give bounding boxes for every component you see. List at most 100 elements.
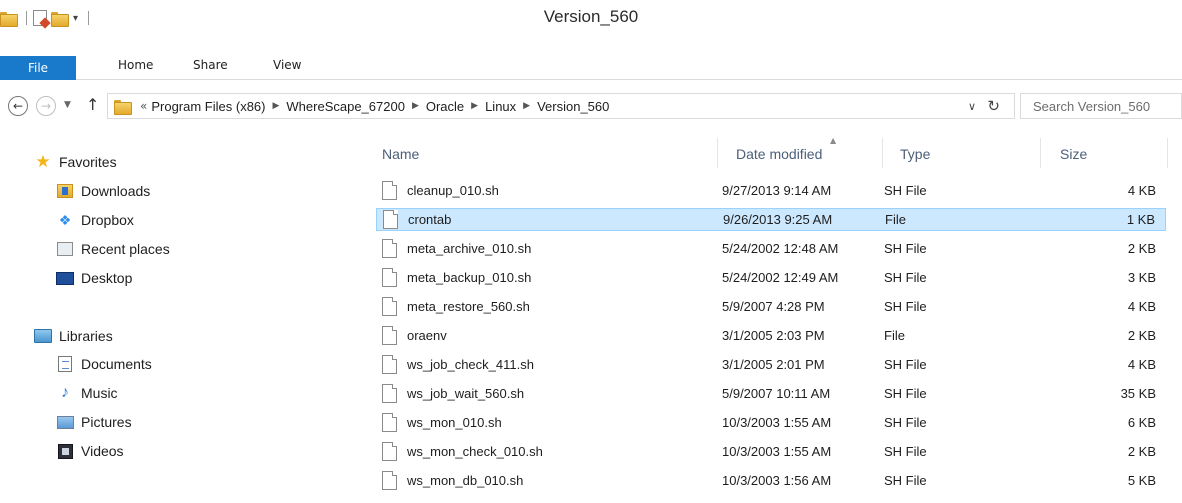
file-type: SH File <box>884 415 927 430</box>
file-type: SH File <box>884 183 927 198</box>
file-icon <box>382 326 397 345</box>
file-size: 1 KB <box>1126 212 1155 227</box>
pictures-icon <box>56 413 74 431</box>
recent-locations-dropdown-icon[interactable]: ▼ <box>64 100 71 110</box>
file-name: meta_backup_010.sh <box>407 270 532 285</box>
file-date-modified: 3/1/2005 2:03 PM <box>722 328 825 343</box>
file-icon <box>382 413 397 432</box>
file-row[interactable]: crontab 9/26/2013 9:25 AM File 1 KB <box>376 208 1166 231</box>
column-header-type[interactable]: Type <box>900 146 930 162</box>
nav-item-dropbox[interactable]: ❖ Dropbox <box>56 209 134 231</box>
file-row[interactable]: cleanup_010.sh 9/27/2013 9:14 AM SH File 4 … <box>376 179 1166 202</box>
file-size: 2 KB <box>1127 328 1156 343</box>
search-input[interactable]: Search Version_560 <box>1020 93 1182 119</box>
file-size: 35 KB <box>1120 386 1156 401</box>
address-dropdown-icon[interactable]: ∨ <box>968 100 976 113</box>
file-icon <box>383 210 398 229</box>
file-name: oraenv <box>407 328 447 343</box>
file-date-modified: 5/9/2007 4:28 PM <box>722 299 825 314</box>
file-size: 4 KB <box>1127 183 1156 198</box>
file-type: File <box>884 328 905 343</box>
column-divider[interactable] <box>882 138 883 168</box>
file-date-modified: 9/26/2013 9:25 AM <box>723 212 833 227</box>
nav-favorites[interactable]: ★ Favorites <box>34 151 116 173</box>
nav-item-label: Desktop <box>81 270 133 286</box>
file-row[interactable]: ws_job_check_411.sh 3/1/2005 2:01 PM SH Fi… <box>376 353 1166 376</box>
folder-icon <box>114 99 132 115</box>
file-icon <box>382 181 397 200</box>
file-row[interactable]: oraenv 3/1/2005 2:03 PM File 2 KB <box>376 324 1166 347</box>
nav-item-recent-places[interactable]: Recent places <box>56 238 170 260</box>
file-date-modified: 5/24/2002 12:49 AM <box>722 270 839 285</box>
tab-share[interactable]: Share <box>193 58 228 72</box>
file-date-modified: 10/3/2003 1:55 AM <box>722 415 832 430</box>
back-arrow-icon: ← <box>12 99 24 113</box>
file-row[interactable]: meta_restore_560.sh 5/9/2007 4:28 PM SH Fi… <box>376 295 1166 318</box>
up-arrow-icon[interactable]: ↑ <box>86 95 99 114</box>
breadcrumb-separator-icon[interactable]: ▶ <box>523 101 530 111</box>
file-name: meta_restore_560.sh <box>407 299 530 314</box>
column-divider[interactable] <box>1040 138 1041 168</box>
column-divider[interactable] <box>717 138 718 168</box>
file-type: SH File <box>884 357 927 372</box>
videos-icon <box>56 442 74 460</box>
file-size: 2 KB <box>1127 444 1156 459</box>
file-name: ws_job_check_411.sh <box>407 357 534 372</box>
refresh-icon[interactable]: ↻ <box>987 97 1000 115</box>
breadcrumb-program-files[interactable]: Program Files (x86) <box>151 99 265 114</box>
file-row[interactable]: meta_archive_010.sh 5/24/2002 12:48 AM SH … <box>376 237 1166 260</box>
forward-arrow-icon: → <box>40 99 52 113</box>
file-list: ▲ Name Date modified Type Size cleanup_0… <box>360 130 1182 503</box>
file-date-modified: 5/24/2002 12:48 AM <box>722 241 839 256</box>
column-header-name[interactable]: Name <box>382 146 419 162</box>
file-name: cleanup_010.sh <box>407 183 499 198</box>
nav-item-desktop[interactable]: Desktop <box>56 267 132 289</box>
file-name: ws_mon_010.sh <box>407 415 502 430</box>
file-row[interactable]: ws_mon_010.sh 10/3/2003 1:55 AM SH File 6 K… <box>376 411 1166 434</box>
nav-item-videos[interactable]: Videos <box>56 440 124 462</box>
window-title: Version_560 <box>543 7 639 26</box>
file-row[interactable]: ws_mon_db_010.sh 10/3/2003 1:56 AM SH File… <box>376 469 1166 492</box>
tab-home[interactable]: Home <box>118 58 153 72</box>
column-header-size[interactable]: Size <box>1060 146 1087 162</box>
file-type: SH File <box>884 444 927 459</box>
file-icon <box>382 239 397 258</box>
nav-libraries[interactable]: Libraries <box>34 325 113 347</box>
forward-button[interactable]: → <box>36 96 56 116</box>
file-type: SH File <box>884 473 927 488</box>
breadcrumb-separator-icon[interactable]: ▶ <box>471 101 478 111</box>
tab-file[interactable]: File <box>0 56 76 80</box>
nav-item-label: Recent places <box>81 241 170 257</box>
overflow-chevron-icon[interactable]: « <box>140 99 147 113</box>
nav-item-pictures[interactable]: Pictures <box>56 411 132 433</box>
desktop-icon <box>56 269 74 287</box>
file-date-modified: 10/3/2003 1:56 AM <box>722 473 832 488</box>
nav-item-documents[interactable]: Documents <box>56 353 152 375</box>
file-row[interactable]: meta_backup_010.sh 5/24/2002 12:49 AM SH F… <box>376 266 1166 289</box>
column-header-date[interactable]: Date modified <box>736 146 822 162</box>
file-row[interactable]: ws_job_wait_560.sh 5/9/2007 10:11 AM SH Fi… <box>376 382 1166 405</box>
breadcrumb-linux[interactable]: Linux <box>485 99 516 114</box>
nav-item-label: Documents <box>81 356 152 372</box>
nav-item-downloads[interactable]: Downloads <box>56 180 150 202</box>
breadcrumb-separator-icon[interactable]: ▶ <box>412 101 419 111</box>
breadcrumb-wherescape[interactable]: WhereScape_67200 <box>286 99 405 114</box>
file-type: SH File <box>884 386 927 401</box>
dropbox-icon: ❖ <box>58 211 72 228</box>
back-button[interactable]: ← <box>8 96 28 116</box>
breadcrumb-oracle[interactable]: Oracle <box>426 99 464 114</box>
tab-view[interactable]: View <box>273 58 301 72</box>
breadcrumb-version[interactable]: Version_560 <box>537 99 609 114</box>
file-size: 6 KB <box>1127 415 1156 430</box>
column-divider[interactable] <box>1167 138 1168 168</box>
file-size: 2 KB <box>1127 241 1156 256</box>
nav-item-label: Videos <box>81 443 124 459</box>
file-row[interactable]: ws_mon_check_010.sh 10/3/2003 1:55 AM SH F… <box>376 440 1166 463</box>
file-name: ws_mon_db_010.sh <box>407 473 524 488</box>
file-name: meta_archive_010.sh <box>407 241 532 256</box>
address-bar[interactable]: « Program Files (x86) ▶ WhereScape_67200… <box>107 93 1015 119</box>
nav-item-music[interactable]: ♪ Music <box>56 382 118 404</box>
file-name: ws_mon_check_010.sh <box>407 444 543 459</box>
breadcrumb-separator-icon[interactable]: ▶ <box>272 101 279 111</box>
file-name: crontab <box>408 212 452 227</box>
